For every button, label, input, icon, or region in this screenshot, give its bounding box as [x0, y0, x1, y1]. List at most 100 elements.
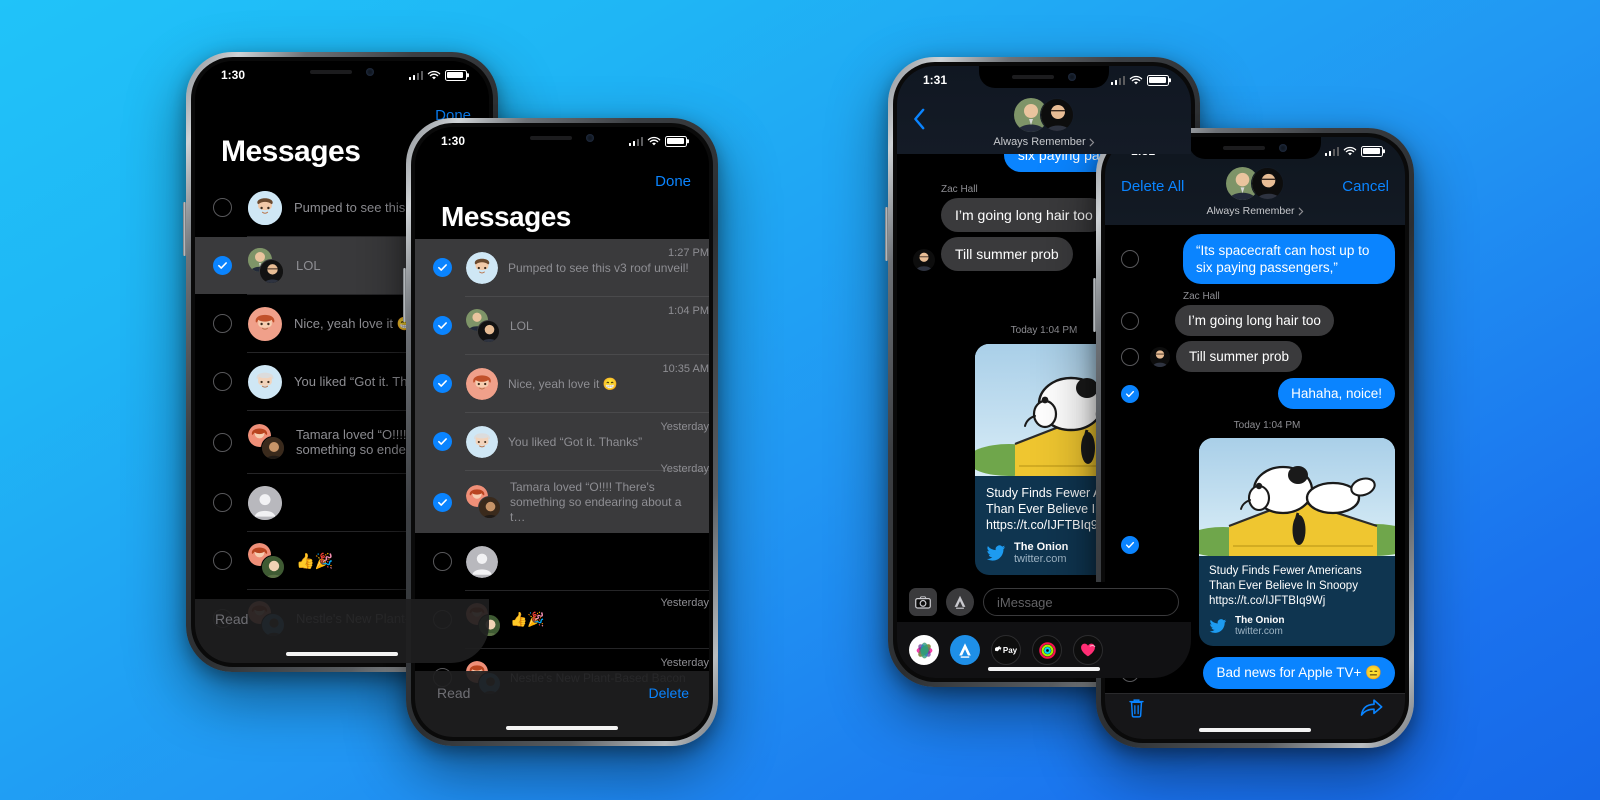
home-indicator: [1199, 728, 1311, 732]
card-body: Study Finds Fewer Americans Than Ever Be…: [1199, 556, 1395, 612]
avatar: [466, 367, 498, 400]
camera-icon[interactable]: [909, 588, 937, 616]
list-item-timestamp: Yesterday: [660, 597, 709, 609]
row-checkbox[interactable]: [433, 258, 452, 277]
phone-4-volume-buttons: [1093, 278, 1096, 332]
activity-icon[interactable]: [1032, 635, 1062, 665]
chevron-right-icon: [1089, 138, 1095, 146]
message-bubble[interactable]: Till summer prob: [941, 237, 1073, 271]
check-icon: [438, 498, 447, 506]
front-camera: [1068, 73, 1076, 81]
phone-2-notch: [497, 127, 627, 149]
message-input[interactable]: iMessage: [983, 588, 1179, 616]
earpiece-speaker: [530, 136, 572, 140]
card-source-name: The Onion: [1014, 541, 1069, 553]
appstore-icon[interactable]: [950, 635, 980, 665]
back-button[interactable]: [913, 108, 926, 135]
read-button[interactable]: Read: [437, 685, 470, 701]
phone-4-toolbar[interactable]: [1105, 693, 1405, 739]
appstore-icon[interactable]: [946, 588, 974, 616]
delete-all-button[interactable]: Delete All: [1121, 178, 1184, 195]
phone-1-page-title: Messages: [221, 135, 361, 168]
home-indicator: [506, 726, 618, 730]
list-item-text: Tamara loved “O!!!! There's something so…: [510, 479, 682, 524]
row-checkbox[interactable]: [213, 372, 232, 391]
row-checkbox[interactable]: [213, 551, 232, 570]
applepay-icon[interactable]: Pay: [991, 635, 1021, 665]
applepay-label: Pay: [1002, 645, 1018, 655]
row-checkbox[interactable]: [213, 432, 232, 452]
status-time: 1:31: [923, 73, 948, 87]
message-checkbox[interactable]: [1121, 250, 1139, 268]
battery-icon: [1147, 74, 1169, 86]
placeholder-person-icon: [248, 485, 282, 520]
row-checkbox[interactable]: [213, 198, 232, 217]
avatar: [248, 306, 282, 341]
phone-3-volume-buttons: [885, 207, 888, 261]
front-camera: [586, 134, 594, 142]
forward-button[interactable]: [1360, 698, 1383, 723]
list-item[interactable]: 10:35 AM Nice, yeah love it 😁: [415, 355, 709, 412]
placeholder-person-icon: [466, 545, 498, 578]
battery-icon: [665, 135, 687, 147]
card-source-host: twitter.com: [1014, 553, 1067, 565]
earpiece-speaker: [1012, 75, 1054, 79]
list-item-timestamp: 1:27 PM: [668, 246, 709, 259]
phone-1-notch: [277, 61, 407, 83]
row-checkbox[interactable]: [213, 256, 232, 275]
row-checkbox[interactable]: [433, 552, 452, 571]
list-item[interactable]: Yesterday You liked “Got it. Thanks”: [415, 413, 709, 470]
row-checkbox[interactable]: [433, 316, 452, 335]
list-item-timestamp: Yesterday: [660, 420, 709, 433]
message-checkbox[interactable]: [1121, 311, 1139, 330]
trash-button[interactable]: [1127, 697, 1146, 724]
status-time: 1:30: [221, 68, 246, 82]
row-checkbox[interactable]: [213, 493, 232, 512]
message-checkbox[interactable]: [1121, 347, 1139, 366]
home-indicator: [988, 667, 1100, 671]
message-bubble[interactable]: Till summer prob: [1176, 341, 1303, 372]
cellular-signal-icon: [1110, 75, 1125, 85]
list-item-text: 👍🎉: [510, 611, 545, 627]
photos-icon[interactable]: [909, 635, 939, 665]
group-avatar[interactable]: [1226, 167, 1284, 201]
message-checkbox[interactable]: [1121, 384, 1139, 403]
list-item[interactable]: 1:04 PM LOL: [415, 297, 709, 354]
battery-icon: [445, 69, 467, 81]
forward-icon: [1360, 699, 1383, 716]
phone-3-input-bar[interactable]: iMessage: [897, 582, 1191, 622]
twitter-icon: [986, 544, 1006, 561]
message-bubble[interactable]: Hahaha, noice!: [1278, 378, 1395, 409]
earpiece-speaker: [1223, 146, 1265, 150]
row-checkbox[interactable]: [433, 492, 452, 512]
cancel-button[interactable]: Cancel: [1342, 178, 1389, 195]
twitter-icon: [1209, 618, 1227, 633]
list-item[interactable]: [415, 533, 709, 590]
group-name-text: Always Remember: [993, 136, 1086, 148]
list-item-timestamp: 1:04 PM: [668, 304, 709, 317]
message-bubble[interactable]: I’m going long hair too: [941, 198, 1107, 232]
message-checkbox[interactable]: [1121, 535, 1139, 554]
row-checkbox[interactable]: [433, 374, 452, 393]
list-item-text: 👍🎉: [296, 552, 334, 570]
group-name-label[interactable]: Always Remember: [993, 136, 1095, 148]
link-preview-card[interactable]: Study Finds Fewer Americans Than Ever Be…: [1199, 438, 1395, 646]
row-checkbox[interactable]: [213, 314, 232, 333]
hearts-icon[interactable]: [1073, 635, 1103, 665]
read-button[interactable]: Read: [215, 611, 248, 627]
message-bubble[interactable]: I’m going long hair too: [1175, 305, 1334, 336]
row-checkbox[interactable]: [433, 432, 452, 451]
message-bubble[interactable]: Bad news for Apple TV+ 😑: [1203, 657, 1395, 689]
avatar: [466, 485, 501, 519]
check-icon: [438, 380, 447, 387]
list-item[interactable]: 1:27 PM Pumped to see this v3 roof unvei…: [415, 239, 709, 296]
list-item[interactable]: Yesterday Tamara loved “O!!!! There's so…: [415, 463, 709, 533]
group-name-label[interactable]: Always Remember: [1206, 205, 1304, 217]
group-avatar[interactable]: [1014, 98, 1074, 134]
delete-button[interactable]: Delete: [649, 685, 689, 701]
earpiece-speaker: [310, 70, 352, 74]
message-bubble[interactable]: “Its spacecraft can host up to six payin…: [1183, 234, 1395, 284]
chevron-right-icon: [1298, 207, 1304, 215]
phone-2-done-button[interactable]: Done: [655, 173, 691, 190]
front-camera: [1279, 144, 1287, 152]
